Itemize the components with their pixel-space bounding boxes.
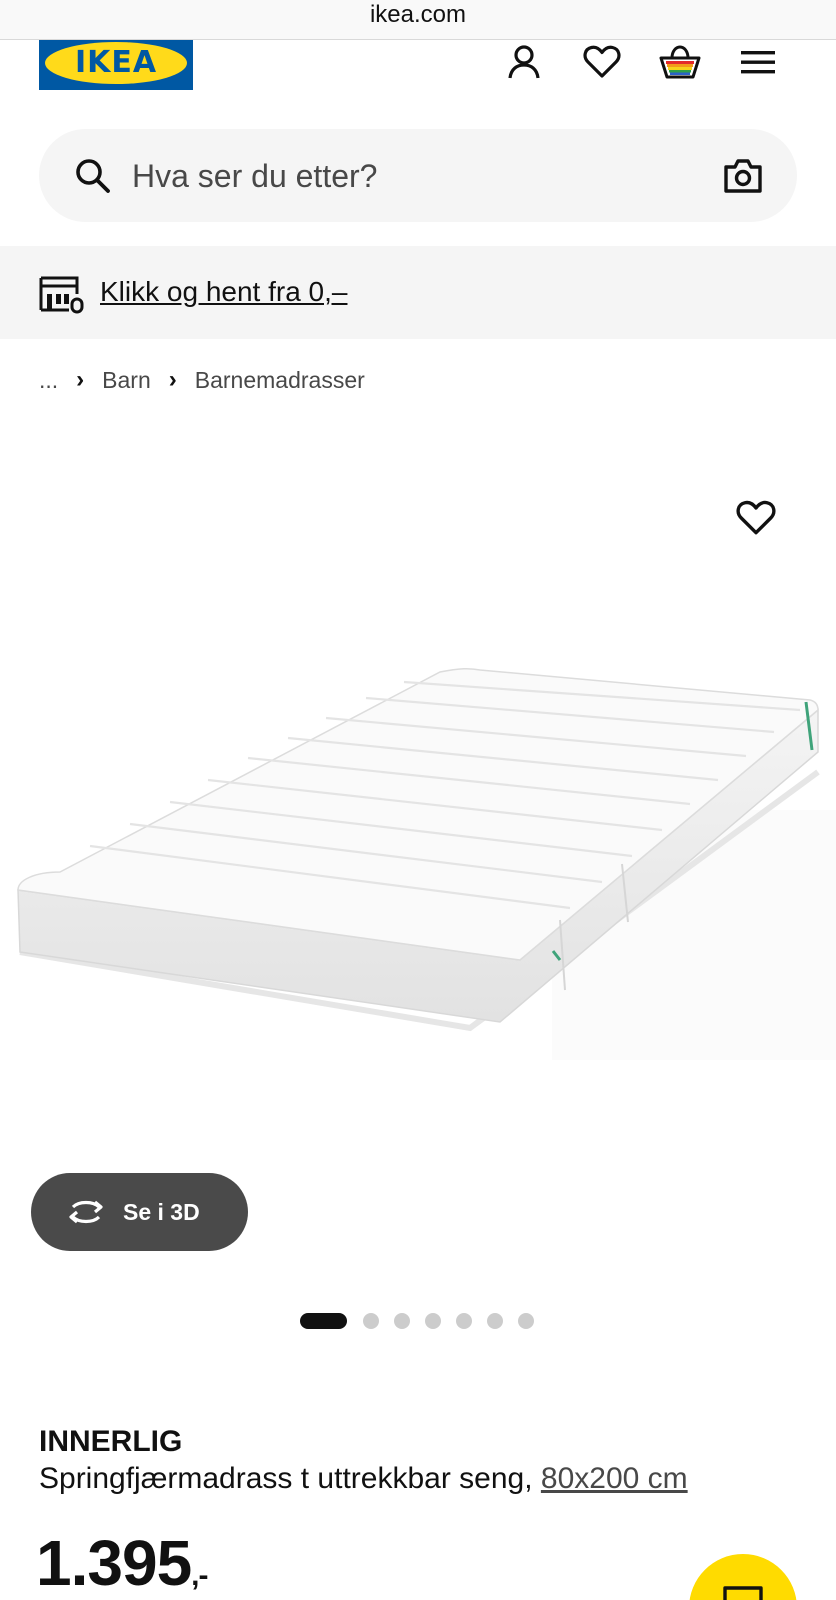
click-collect-link[interactable]: Klikk og hent fra 0,–: [100, 273, 347, 311]
product-type: Springfjærmadrass t uttrekkbar seng,: [39, 1462, 533, 1495]
view-in-3d-button[interactable]: Se i 3D: [31, 1173, 248, 1251]
product-gallery[interactable]: [0, 420, 836, 1280]
price-suffix: ,-: [191, 1559, 208, 1592]
url-text: ikea.com: [369, 0, 467, 28]
carousel-indicator[interactable]: [300, 1313, 549, 1329]
price-main: 1.395: [36, 1527, 192, 1599]
breadcrumb: ... › Barn › Barnemadrasser: [39, 362, 365, 398]
camera-icon[interactable]: [722, 155, 764, 197]
mattress-product-image: [0, 660, 836, 1060]
ikea-logo[interactable]: IKEA: [39, 40, 193, 90]
carousel-dot[interactable]: [363, 1313, 379, 1329]
store-icon: [39, 274, 85, 314]
carousel-dot-active[interactable]: [300, 1313, 347, 1329]
product-name: INNERLIG: [39, 1425, 183, 1458]
breadcrumb-item-barnemadrasser[interactable]: Barnemadrasser: [195, 367, 365, 394]
add-to-favorites-heart-icon[interactable]: [736, 500, 780, 544]
product-price: 1.395,-: [36, 1526, 209, 1600]
search-icon[interactable]: [73, 156, 113, 196]
view-in-3d-label: Se i 3D: [123, 1198, 200, 1225]
chat-button[interactable]: [689, 1554, 797, 1600]
carousel-dot[interactable]: [518, 1313, 534, 1329]
product-size-link[interactable]: 80x200 cm: [541, 1462, 688, 1495]
rotate-3d-icon: [69, 1200, 103, 1224]
carousel-dot[interactable]: [487, 1313, 503, 1329]
logo-text: IKEA: [74, 45, 158, 80]
carousel-dot[interactable]: [456, 1313, 472, 1329]
chevron-right-icon: ›: [76, 366, 85, 393]
chevron-right-icon: ›: [168, 366, 177, 393]
cart-icon[interactable]: [658, 40, 702, 84]
chat-icon: [723, 1586, 763, 1600]
breadcrumb-item-barn[interactable]: Barn: [102, 367, 151, 394]
menu-icon[interactable]: [736, 40, 780, 84]
carousel-dot[interactable]: [394, 1313, 410, 1329]
browser-url-bar[interactable]: ikea.com: [0, 0, 836, 40]
search-bar[interactable]: Hva ser du etter?: [39, 129, 797, 222]
breadcrumb-ellipsis[interactable]: ...: [39, 367, 58, 394]
account-icon[interactable]: [502, 40, 546, 84]
click-collect-banner: Klikk og hent fra 0,–: [0, 246, 836, 339]
carousel-dot[interactable]: [425, 1313, 441, 1329]
site-header: IKEA: [0, 40, 836, 98]
favorites-heart-icon[interactable]: [580, 40, 624, 84]
product-description: Springfjærmadrass t uttrekkbar seng, 80x…: [39, 1462, 688, 1496]
search-input[interactable]: Hva ser du etter?: [132, 156, 377, 196]
